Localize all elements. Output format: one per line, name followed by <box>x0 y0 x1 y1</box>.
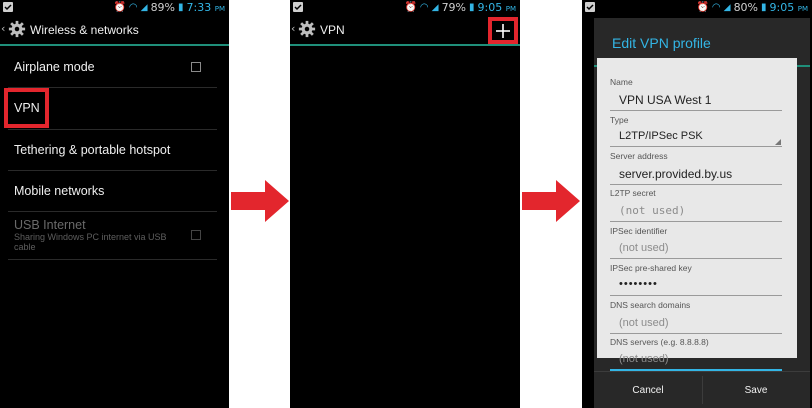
ipsec-id-underline <box>610 258 782 259</box>
dialog-title: Edit VPN profile <box>612 35 711 51</box>
list-item-usb-internet: USB Internet Sharing Windows PC internet… <box>14 218 184 252</box>
name-underline <box>610 110 782 111</box>
item-summary: Sharing Windows PC internet via USB <box>14 232 167 242</box>
divider <box>8 129 217 130</box>
item-summary-cont: cable <box>14 242 36 252</box>
vpn-highlight-box <box>4 88 49 128</box>
divider <box>8 259 217 260</box>
alarm-icon: ⏰ <box>696 2 709 13</box>
l2tp-secret-label: L2TP secret <box>610 188 656 198</box>
wifi-icon: ◠ <box>419 2 429 13</box>
dns-search-underline <box>610 333 782 334</box>
divider <box>8 211 217 212</box>
back-chevron-icon[interactable]: ‹ <box>1 22 5 35</box>
signal-icon: ◢ <box>431 2 439 13</box>
type-label: Type <box>610 115 629 125</box>
status-bar: ⏰ ◠ ◢ 80% ▮ 9:05 PM <box>582 0 812 15</box>
screen-edit-vpn: ⏰ ◠ ◢ 80% ▮ 9:05 PM Edit VPN profile Nam… <box>582 0 812 408</box>
item-label: USB Internet <box>14 218 86 232</box>
screen-wireless-networks: ⏰ ◠ ◢ 89% ▮ 7:33 PM ‹ Wireless & network… <box>0 0 229 408</box>
type-select[interactable]: L2TP/IPSec PSK <box>619 130 703 142</box>
notification-icon <box>293 2 303 12</box>
type-underline <box>610 146 782 147</box>
dns-servers-field[interactable]: (not used) <box>619 353 669 365</box>
item-label: Tethering & portable hotspot <box>14 143 171 157</box>
battery-level: 80% <box>733 1 759 14</box>
settings-gear-icon[interactable] <box>8 20 26 38</box>
battery-icon: ▮ <box>761 2 767 13</box>
screen-vpn: ⏰ ◠ ◢ 79% ▮ 9:05 PM ‹ VPN <box>290 0 520 408</box>
psk-label: IPSec pre-shared key <box>610 263 692 273</box>
plus-icon[interactable] <box>495 23 511 39</box>
battery-icon: ▮ <box>178 2 184 13</box>
arrow-right-icon <box>522 180 580 222</box>
item-label: Airplane mode <box>14 60 95 74</box>
settings-gear-icon[interactable] <box>298 20 316 38</box>
ipsec-identifier-field[interactable]: (not used) <box>619 242 669 254</box>
l2tp-secret-field[interactable]: (not used) <box>619 204 685 217</box>
clock: 9:05 PM <box>477 1 516 14</box>
dropdown-arrow-icon[interactable] <box>775 139 781 145</box>
l2tp-underline <box>610 221 782 222</box>
arrow-right-icon <box>231 180 289 222</box>
ipsec-identifier-label: IPSec identifier <box>610 226 668 236</box>
back-chevron-icon[interactable]: ‹ <box>291 22 295 35</box>
battery-level: 89% <box>150 1 176 14</box>
dns-search-label: DNS search domains <box>610 300 691 310</box>
name-label: Name <box>610 77 633 87</box>
action-bar-divider <box>290 44 520 46</box>
battery-icon: ▮ <box>469 2 475 13</box>
list-item-tethering[interactable]: Tethering & portable hotspot <box>14 143 229 157</box>
clock: 9:05 PM <box>769 1 808 14</box>
item-label: Mobile networks <box>14 184 105 198</box>
page-title: Wireless & networks <box>30 23 139 37</box>
clock: 7:33 PM <box>186 1 225 14</box>
page-title: VPN <box>320 23 345 37</box>
server-underline <box>610 184 782 185</box>
name-field[interactable]: VPN USA West 1 <box>619 93 711 107</box>
airplane-mode-checkbox[interactable] <box>191 62 201 72</box>
action-bar-divider <box>0 44 229 46</box>
status-bar: ⏰ ◠ ◢ 79% ▮ 9:05 PM <box>290 0 520 15</box>
psk-underline <box>610 295 782 296</box>
server-label: Server address <box>610 151 668 161</box>
usb-internet-checkbox <box>191 230 201 240</box>
notification-icon <box>585 2 595 12</box>
signal-icon: ◢ <box>723 2 731 13</box>
signal-icon: ◢ <box>140 2 148 13</box>
list-item-mobile-networks[interactable]: Mobile networks <box>14 184 229 198</box>
dns-servers-label: DNS servers (e.g. 8.8.8.8) <box>610 337 709 347</box>
dialog-button-bar: Cancel Save <box>594 371 810 408</box>
status-bar: ⏰ ◠ ◢ 89% ▮ 7:33 PM <box>0 0 229 15</box>
cancel-button[interactable]: Cancel <box>594 372 702 408</box>
divider <box>8 170 217 171</box>
psk-field[interactable]: •••••••• <box>619 278 658 290</box>
wifi-icon: ◠ <box>711 2 721 13</box>
server-field[interactable]: server.provided.by.us <box>619 167 732 181</box>
battery-level: 79% <box>441 1 467 14</box>
notification-icon <box>3 2 13 12</box>
alarm-icon: ⏰ <box>404 2 417 13</box>
dns-search-field[interactable]: (not used) <box>619 317 669 329</box>
wifi-icon: ◠ <box>128 2 138 13</box>
alarm-icon: ⏰ <box>113 2 126 13</box>
save-button[interactable]: Save <box>702 372 810 408</box>
